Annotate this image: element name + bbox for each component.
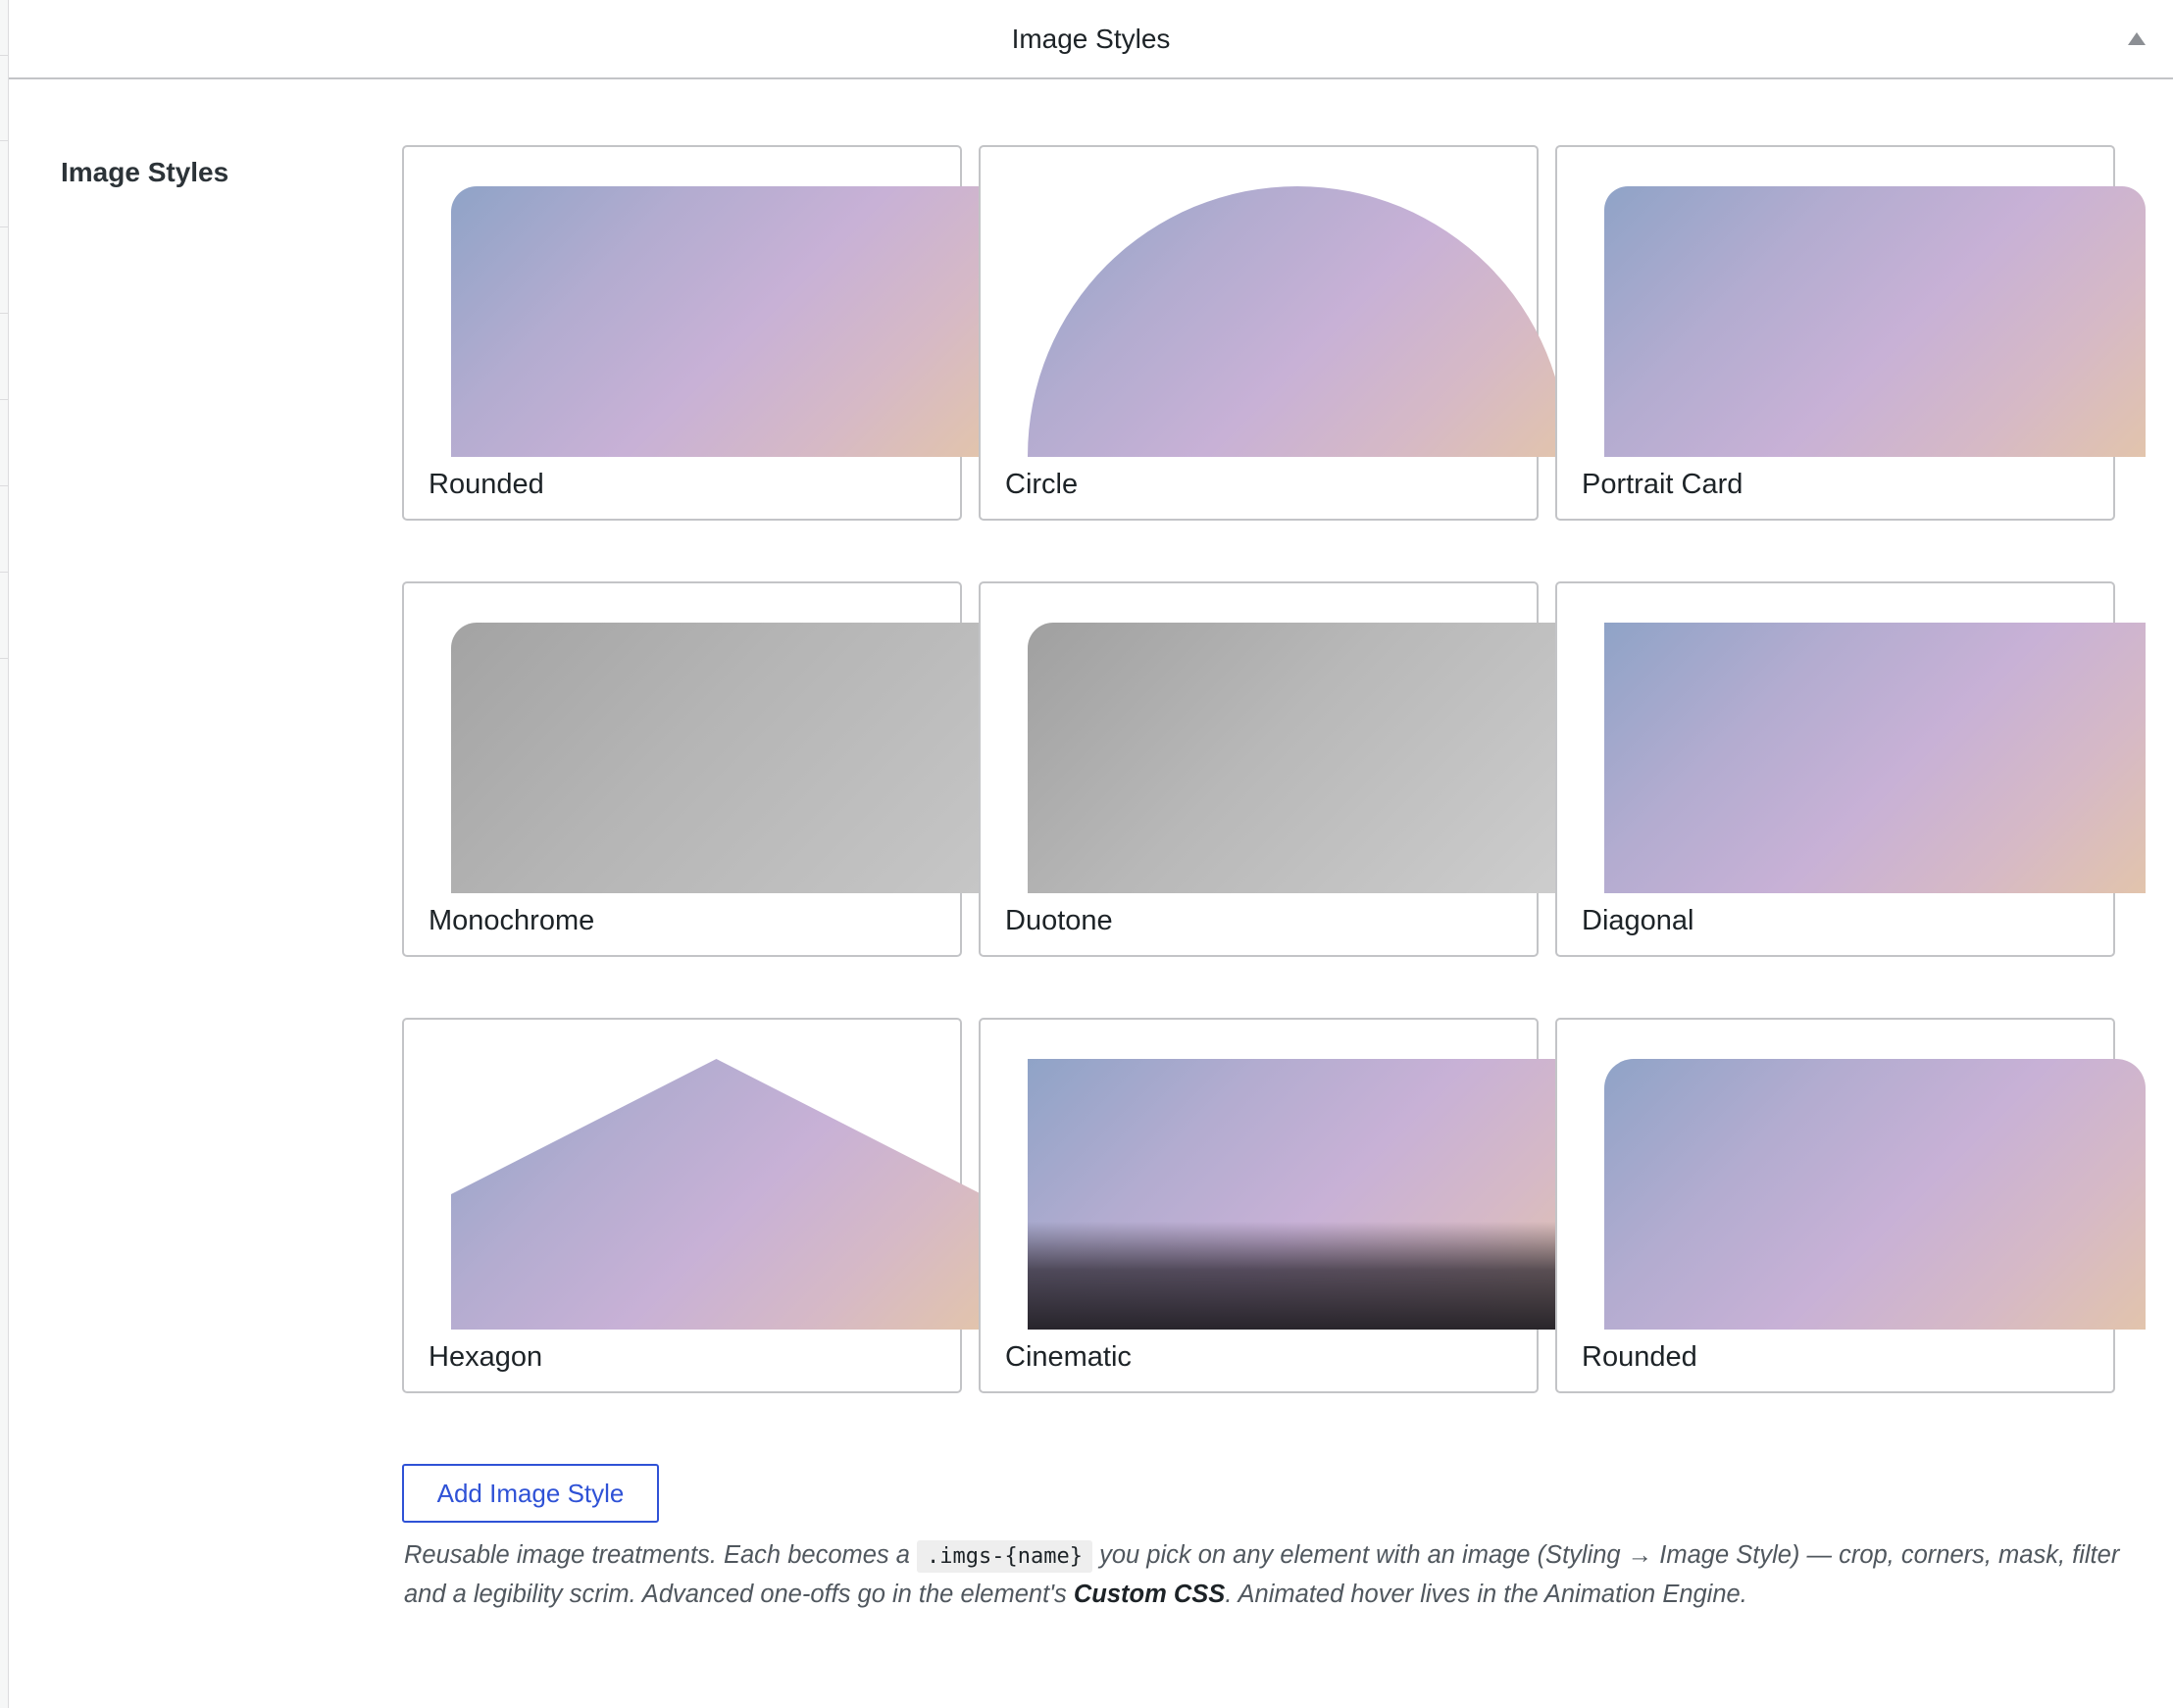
description-text: Reusable image treatments. Each becomes … (404, 1541, 918, 1569)
style-card-label: Circle (1005, 469, 1079, 500)
style-preview (1604, 623, 2146, 893)
style-preview (451, 1059, 982, 1330)
style-card-label: Rounded (1582, 1341, 1697, 1373)
style-card-diagonal[interactable]: Diagonal (1555, 581, 2146, 957)
style-preview (1604, 186, 2146, 457)
add-image-style-button[interactable]: Add Image Style (402, 1464, 659, 1523)
style-preview (1604, 1059, 2146, 1330)
collapse-arrow-icon[interactable] (2128, 32, 2146, 45)
style-card-label: Rounded (429, 469, 544, 500)
panel-title: Image Styles (1011, 23, 1171, 54)
edge-divider (0, 313, 8, 314)
legibility-scrim (1028, 1222, 1558, 1330)
style-card-label: Duotone (1005, 905, 1113, 936)
edge-divider (0, 140, 8, 141)
section-label: Image Styles (61, 157, 229, 187)
style-preview (1028, 1059, 1558, 1330)
style-card-cinematic[interactable]: Cinematic (979, 1018, 1558, 1393)
style-card-label: Portrait Card (1582, 469, 1743, 500)
description-text: . Animated hover lives in the Animation … (1225, 1581, 1747, 1608)
style-preview (1028, 623, 1558, 893)
class-name-code: .imgs-{name} (917, 1540, 1092, 1573)
style-preview (451, 186, 982, 457)
style-card-duotone[interactable]: Duotone (979, 581, 1558, 957)
edge-divider (0, 485, 8, 486)
style-card-label: Monochrome (429, 905, 595, 936)
style-card-label: Diagonal (1582, 905, 1694, 936)
edge-divider (0, 226, 8, 227)
custom-css-emphasis: Custom CSS (1073, 1581, 1226, 1608)
help-description: Reusable image treatments. Each becomes … (404, 1536, 2130, 1613)
style-card-hexagon[interactable]: Hexagon (402, 1018, 982, 1393)
style-card-label: Hexagon (429, 1341, 543, 1373)
left-edge-strip (0, 0, 9, 1708)
style-preview (1028, 186, 1567, 457)
style-card-monochrome[interactable]: Monochrome (402, 581, 982, 957)
edge-divider (0, 55, 8, 56)
style-card-rounded[interactable]: Rounded (402, 145, 982, 521)
style-card-circle[interactable]: Circle (979, 145, 1567, 521)
style-card-label: Cinematic (1005, 1341, 1132, 1373)
style-card-portrait-card[interactable]: Portrait Card (1555, 145, 2146, 521)
panel-header[interactable]: Image Styles (9, 0, 2173, 79)
edge-divider (0, 572, 8, 573)
style-card-rounded-2[interactable]: Rounded (1555, 1018, 2146, 1393)
style-preview (451, 623, 982, 893)
edge-divider (0, 658, 8, 659)
edge-divider (0, 399, 8, 400)
